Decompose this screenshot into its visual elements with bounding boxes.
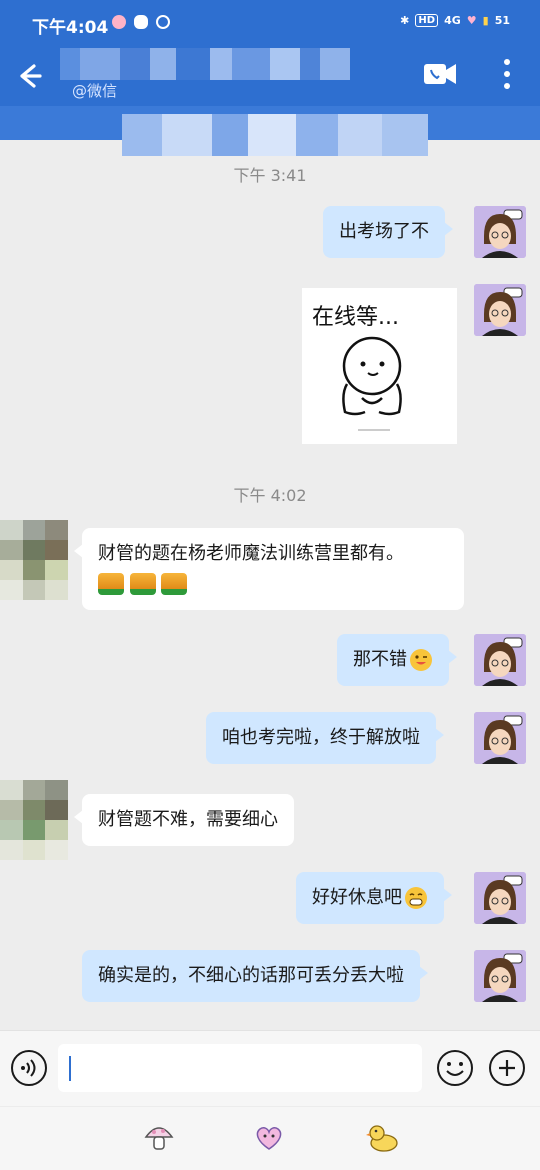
mushroom-sticker-icon[interactable]: [142, 1121, 176, 1155]
thumbs-up-emoji: [161, 573, 188, 595]
grin-emoji: [405, 887, 427, 909]
other-avatar[interactable]: [0, 520, 68, 600]
self-avatar[interactable]: [474, 634, 526, 686]
bluetooth-icon: ✱: [400, 14, 410, 27]
hd-icon: HD: [415, 14, 439, 27]
contact-name-pixelated: [60, 48, 350, 80]
thumbs-up-emoji: [129, 573, 156, 595]
message-bubble[interactable]: 出考场了不: [323, 206, 453, 258]
emoji-picker-icon[interactable]: [436, 1049, 474, 1087]
message-input[interactable]: [58, 1044, 422, 1092]
video-call-icon[interactable]: [422, 56, 458, 92]
status-bar: 下午4:04 ✱ HD 4G ♥ ▮ 51: [0, 0, 540, 48]
heart-icon: ♥: [466, 14, 477, 27]
message-bubble[interactable]: 财管题不难，需要细心: [74, 794, 294, 846]
self-avatar[interactable]: [474, 284, 526, 336]
chat-area[interactable]: 下午 3:41 出考场了不 在线等... 下午 4:02 财管的题在杨老师魔法训…: [0, 140, 540, 1030]
sticker-text: 在线等...: [312, 305, 399, 330]
ghost-icon: [112, 15, 126, 29]
more-options-icon[interactable]: [494, 54, 520, 94]
self-avatar[interactable]: [474, 206, 526, 258]
sync-icon: [156, 15, 170, 29]
input-bar: [0, 1030, 540, 1106]
chat-banner-pixelated: [0, 106, 540, 156]
wechat-icon: [134, 15, 148, 29]
timestamp: 下午 4:02: [233, 486, 307, 505]
battery-level: 51: [494, 14, 510, 27]
self-avatar[interactable]: [474, 950, 526, 1002]
voice-input-icon[interactable]: [10, 1049, 48, 1087]
message-bubble[interactable]: 确实是的，不细心的话那可丢分丢大啦: [82, 950, 428, 1002]
heart-sticker-icon[interactable]: [252, 1121, 286, 1155]
other-avatar[interactable]: [0, 780, 68, 860]
self-avatar[interactable]: [474, 872, 526, 924]
timestamp: 下午 3:41: [233, 166, 307, 185]
sticker-image[interactable]: 在线等...: [302, 288, 457, 444]
contact-subtitle: @微信: [72, 82, 118, 100]
more-functions-icon[interactable]: [488, 1049, 526, 1087]
signal-icon: 4G: [444, 14, 461, 27]
message-bubble[interactable]: 好好休息吧: [296, 872, 452, 924]
chat-header: @微信: [0, 48, 540, 106]
thumbs-up-emoji: [98, 573, 124, 595]
message-bubble[interactable]: 财管的题在杨老师魔法训练营里都有。: [74, 528, 464, 610]
battery-icon: ▮: [482, 14, 489, 27]
back-arrow-icon[interactable]: [12, 56, 44, 96]
message-bubble[interactable]: 咱也考完啦，终于解放啦: [206, 712, 444, 764]
sticker-tray: [0, 1106, 540, 1170]
self-avatar[interactable]: [474, 712, 526, 764]
message-bubble[interactable]: 那不错: [337, 634, 457, 686]
status-time: 下午4:04: [32, 18, 109, 38]
wink-tongue-emoji: [410, 649, 432, 671]
duck-sticker-icon[interactable]: [366, 1121, 400, 1155]
text-caret: [69, 1056, 71, 1081]
